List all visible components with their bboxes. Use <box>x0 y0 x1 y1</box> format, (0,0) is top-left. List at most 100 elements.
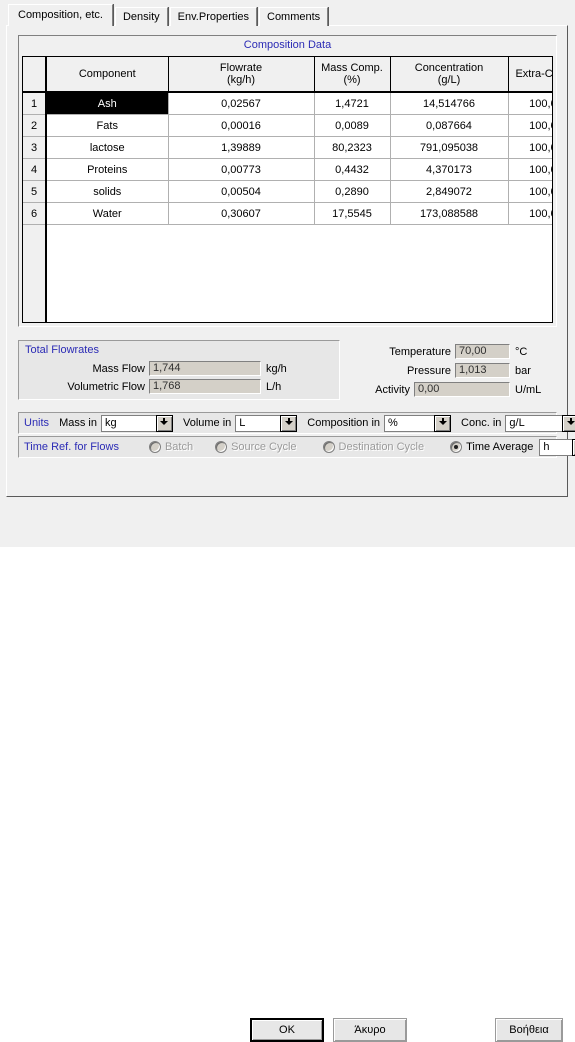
cell-component[interactable]: lactose <box>46 136 169 159</box>
cell-component[interactable]: Ash <box>46 92 169 115</box>
cell-component[interactable]: Fats <box>46 114 169 137</box>
volumetric-flow-value[interactable]: 1,768 <box>149 379 261 394</box>
cell-mass-comp[interactable]: 80,2323 <box>314 136 391 159</box>
stream-properties-panel: Temperature 70,00 °C Pressure 1,013 bar … <box>375 344 555 400</box>
tab-env-properties[interactable]: Env.Properties <box>169 7 257 26</box>
tab-density[interactable]: Density <box>114 7 168 26</box>
table-row[interactable]: 1 Ash 0,02567 1,4721 14,514766 100,00 <box>23 92 552 115</box>
table-row[interactable]: 2 Fats 0,00016 0,0089 0,087664 100,00 <box>23 114 552 137</box>
composition-unit-value[interactable]: % <box>384 414 435 432</box>
mass-unit-select[interactable]: kg <box>100 414 173 432</box>
cell-component[interactable]: Proteins <box>46 158 169 181</box>
cancel-button[interactable]: Άκυρο <box>333 1018 407 1042</box>
time-unit-select[interactable]: h <box>539 438 575 456</box>
table-empty-area[interactable] <box>23 224 552 322</box>
table-row[interactable]: 3 lactose 1,39889 80,2323 791,095038 100… <box>23 136 552 159</box>
chevron-down-icon[interactable] <box>280 414 298 432</box>
mass-flow-unit: kg/h <box>266 362 287 375</box>
composition-grid[interactable]: Component Flowrate (kg/h) Mass Comp. (%)… <box>22 56 553 323</box>
ok-button[interactable]: OK <box>250 1018 324 1042</box>
help-button[interactable]: Βοήθεια <box>495 1018 563 1042</box>
mass-unit-value[interactable]: kg <box>100 414 156 432</box>
cell-extra-cell[interactable]: 100,00 <box>508 92 552 115</box>
row-number: 1 <box>23 92 47 115</box>
total-flowrates-group: Total Flowrates Mass Flow 1,744 kg/h Vol… <box>18 340 340 400</box>
col-header-component[interactable]: Component <box>46 57 169 93</box>
cell-extra-cell[interactable]: 100,00 <box>508 158 552 181</box>
chevron-down-icon[interactable] <box>155 414 173 432</box>
cell-flowrate[interactable]: 0,30607 <box>168 202 315 225</box>
composition-data-title: Composition Data <box>243 39 332 51</box>
cell-mass-comp[interactable]: 17,5545 <box>314 202 391 225</box>
col-header-line1: Flowrate <box>219 62 263 74</box>
time-unit-value[interactable]: h <box>539 438 573 456</box>
cell-extra-cell[interactable]: 100,00 <box>508 202 552 225</box>
mass-flow-value[interactable]: 1,744 <box>149 361 261 376</box>
activity-row: Activity 0,00 U/mL <box>362 382 541 397</box>
cell-mass-comp[interactable]: 0,0089 <box>314 114 391 137</box>
cell-mass-comp[interactable]: 1,4721 <box>314 92 391 115</box>
empty-cells <box>46 224 552 322</box>
volume-unit-value[interactable]: L <box>235 414 281 432</box>
radio-time-average[interactable]: Time Average <box>450 441 533 453</box>
cell-concentration[interactable]: 2,849072 <box>390 180 509 203</box>
col-header-concentration[interactable]: Concentration (g/L) <box>390 57 509 93</box>
conc-unit-select[interactable]: g/L <box>505 414 575 432</box>
chevron-down-icon[interactable] <box>434 414 452 432</box>
cell-extra-cell[interactable]: 100,00 <box>508 180 552 203</box>
pressure-value[interactable]: 1,013 <box>455 363 510 378</box>
cell-flowrate[interactable]: 0,00773 <box>168 158 315 181</box>
cell-mass-comp[interactable]: 0,4432 <box>314 158 391 181</box>
table-row[interactable]: 5 solids 0,00504 0,2890 2,849072 100,00 <box>23 180 552 203</box>
cell-flowrate[interactable]: 0,00016 <box>168 114 315 137</box>
mass-unit-label: Mass in <box>59 417 97 429</box>
composition-unit-label: Composition in <box>307 417 381 429</box>
chevron-down-icon[interactable] <box>562 414 575 432</box>
cell-concentration[interactable]: 0,087664 <box>390 114 509 137</box>
cell-component[interactable]: solids <box>46 180 169 203</box>
pressure-label: Pressure <box>406 364 451 377</box>
col-header-extra-cell[interactable]: Extra-Cell % <box>508 57 552 93</box>
col-header-line1: Concentration <box>414 62 484 74</box>
cell-concentration[interactable]: 14,514766 <box>390 92 509 115</box>
tab-composition-etc[interactable]: Composition, etc. <box>8 4 113 26</box>
col-header-mass-comp[interactable]: Mass Comp. (%) <box>314 57 391 93</box>
cell-flowrate[interactable]: 0,00504 <box>168 180 315 203</box>
cell-extra-cell[interactable]: 100,00 <box>508 136 552 159</box>
activity-label: Activity <box>375 383 410 396</box>
cell-concentration[interactable]: 173,088588 <box>390 202 509 225</box>
table-row[interactable]: 4 Proteins 0,00773 0,4432 4,370173 100,0… <box>23 158 552 181</box>
volumetric-flow-row: Volumetric Flow 1,768 L/h <box>25 379 281 394</box>
cell-flowrate[interactable]: 0,02567 <box>168 92 315 115</box>
units-bar: Units Mass in kg Volume in L Composition… <box>18 412 575 434</box>
conc-unit-value[interactable]: g/L <box>505 414 563 432</box>
tab-label: Comments <box>267 11 321 23</box>
units-bar-title: Units <box>24 417 50 429</box>
tab-comments[interactable]: Comments <box>259 7 329 26</box>
composition-unit-select[interactable]: % <box>384 414 452 432</box>
temperature-value[interactable]: 70,00 <box>455 344 510 359</box>
col-header-line2: (%) <box>343 74 361 86</box>
col-header-flowrate[interactable]: Flowrate (kg/h) <box>168 57 315 93</box>
radio-label: Destination Cycle <box>338 441 425 453</box>
volume-unit-select[interactable]: L <box>235 414 298 432</box>
cell-component[interactable]: Water <box>46 202 169 225</box>
cell-concentration[interactable]: 791,095038 <box>390 136 509 159</box>
stream-properties-dialog: Composition, etc. Density Env.Properties… <box>0 0 575 1042</box>
pressure-unit: bar <box>515 364 531 377</box>
radio-destination-cycle[interactable]: Destination Cycle <box>322 441 425 453</box>
temperature-label: Temperature <box>389 345 451 358</box>
radio-batch[interactable]: Batch <box>148 441 193 453</box>
activity-unit: U/mL <box>515 383 542 396</box>
table-row[interactable]: 6 Water 0,30607 17,5545 173,088588 100,0… <box>23 202 552 225</box>
tab-strip: Composition, etc. Density Env.Properties… <box>8 4 330 26</box>
cell-concentration[interactable]: 4,370173 <box>390 158 509 181</box>
cell-extra-cell[interactable]: 100,00 <box>508 114 552 137</box>
cell-mass-comp[interactable]: 0,2890 <box>314 180 391 203</box>
tab-label: Composition, etc. <box>18 9 103 21</box>
row-number: 2 <box>23 114 47 137</box>
radio-source-cycle[interactable]: Source Cycle <box>215 441 297 453</box>
time-ref-title: Time Ref. for Flows <box>24 441 119 453</box>
activity-value[interactable]: 0,00 <box>414 382 510 397</box>
cell-flowrate[interactable]: 1,39889 <box>168 136 315 159</box>
